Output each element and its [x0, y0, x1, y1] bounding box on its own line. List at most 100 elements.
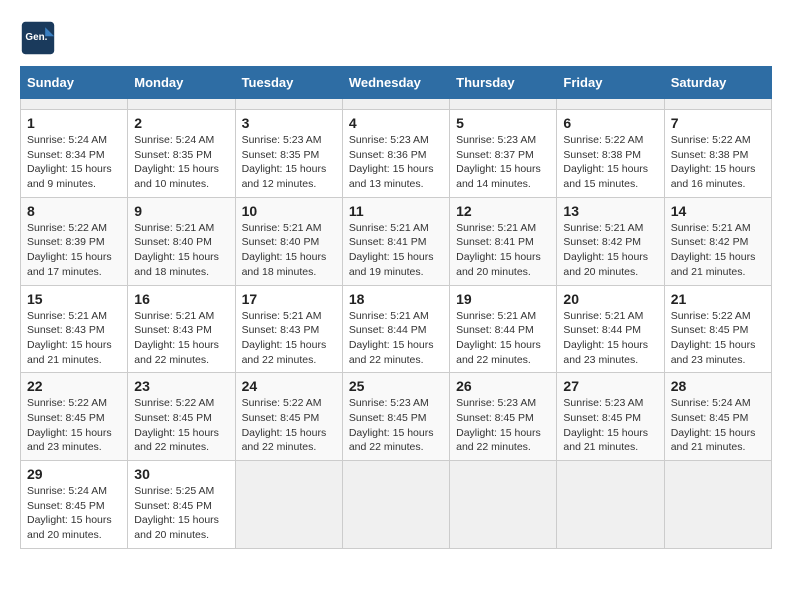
day-number: 24 [242, 378, 336, 394]
logo-icon: Gen. [20, 20, 56, 56]
day-number: 27 [563, 378, 657, 394]
day-number: 26 [456, 378, 550, 394]
day-info: Sunrise: 5:21 AM Sunset: 8:41 PM Dayligh… [456, 221, 550, 280]
header-cell-friday: Friday [557, 67, 664, 99]
header-cell-tuesday: Tuesday [235, 67, 342, 99]
day-cell: 17 Sunrise: 5:21 AM Sunset: 8:43 PM Dayl… [235, 285, 342, 373]
day-cell: 1 Sunrise: 5:24 AM Sunset: 8:34 PM Dayli… [21, 110, 128, 198]
logo: Gen. [20, 20, 60, 56]
day-number: 9 [134, 203, 228, 219]
day-info: Sunrise: 5:23 AM Sunset: 8:45 PM Dayligh… [349, 396, 443, 455]
day-cell: 8 Sunrise: 5:22 AM Sunset: 8:39 PM Dayli… [21, 197, 128, 285]
header-cell-sunday: Sunday [21, 67, 128, 99]
header-cell-thursday: Thursday [450, 67, 557, 99]
week-row-5: 29 Sunrise: 5:24 AM Sunset: 8:45 PM Dayl… [21, 461, 772, 549]
day-info: Sunrise: 5:22 AM Sunset: 8:45 PM Dayligh… [242, 396, 336, 455]
day-info: Sunrise: 5:21 AM Sunset: 8:44 PM Dayligh… [563, 309, 657, 368]
day-info: Sunrise: 5:21 AM Sunset: 8:40 PM Dayligh… [242, 221, 336, 280]
day-info: Sunrise: 5:22 AM Sunset: 8:39 PM Dayligh… [27, 221, 121, 280]
day-cell: 4 Sunrise: 5:23 AM Sunset: 8:36 PM Dayli… [342, 110, 449, 198]
calendar-table: SundayMondayTuesdayWednesdayThursdayFrid… [20, 66, 772, 549]
day-info: Sunrise: 5:22 AM Sunset: 8:45 PM Dayligh… [27, 396, 121, 455]
day-info: Sunrise: 5:22 AM Sunset: 8:45 PM Dayligh… [134, 396, 228, 455]
day-info: Sunrise: 5:24 AM Sunset: 8:35 PM Dayligh… [134, 133, 228, 192]
day-info: Sunrise: 5:21 AM Sunset: 8:44 PM Dayligh… [456, 309, 550, 368]
day-cell: 6 Sunrise: 5:22 AM Sunset: 8:38 PM Dayli… [557, 110, 664, 198]
day-cell: 13 Sunrise: 5:21 AM Sunset: 8:42 PM Dayl… [557, 197, 664, 285]
day-number: 11 [349, 203, 443, 219]
day-info: Sunrise: 5:23 AM Sunset: 8:37 PM Dayligh… [456, 133, 550, 192]
week-row-0 [21, 99, 772, 110]
day-cell: 5 Sunrise: 5:23 AM Sunset: 8:37 PM Dayli… [450, 110, 557, 198]
day-number: 21 [671, 291, 765, 307]
day-cell [664, 99, 771, 110]
day-info: Sunrise: 5:24 AM Sunset: 8:34 PM Dayligh… [27, 133, 121, 192]
day-info: Sunrise: 5:24 AM Sunset: 8:45 PM Dayligh… [27, 484, 121, 543]
day-cell [450, 99, 557, 110]
week-row-2: 8 Sunrise: 5:22 AM Sunset: 8:39 PM Dayli… [21, 197, 772, 285]
day-cell: 20 Sunrise: 5:21 AM Sunset: 8:44 PM Dayl… [557, 285, 664, 373]
day-info: Sunrise: 5:22 AM Sunset: 8:45 PM Dayligh… [671, 309, 765, 368]
day-number: 2 [134, 115, 228, 131]
day-cell [235, 99, 342, 110]
day-cell [557, 99, 664, 110]
day-cell: 22 Sunrise: 5:22 AM Sunset: 8:45 PM Dayl… [21, 373, 128, 461]
day-cell: 7 Sunrise: 5:22 AM Sunset: 8:38 PM Dayli… [664, 110, 771, 198]
day-cell: 9 Sunrise: 5:21 AM Sunset: 8:40 PM Dayli… [128, 197, 235, 285]
day-number: 4 [349, 115, 443, 131]
day-info: Sunrise: 5:23 AM Sunset: 8:35 PM Dayligh… [242, 133, 336, 192]
day-number: 1 [27, 115, 121, 131]
header-row: SundayMondayTuesdayWednesdayThursdayFrid… [21, 67, 772, 99]
day-number: 5 [456, 115, 550, 131]
day-number: 25 [349, 378, 443, 394]
day-number: 17 [242, 291, 336, 307]
week-row-4: 22 Sunrise: 5:22 AM Sunset: 8:45 PM Dayl… [21, 373, 772, 461]
day-number: 12 [456, 203, 550, 219]
day-number: 7 [671, 115, 765, 131]
day-cell [235, 461, 342, 549]
day-info: Sunrise: 5:24 AM Sunset: 8:45 PM Dayligh… [671, 396, 765, 455]
day-cell: 14 Sunrise: 5:21 AM Sunset: 8:42 PM Dayl… [664, 197, 771, 285]
day-cell [557, 461, 664, 549]
day-cell: 27 Sunrise: 5:23 AM Sunset: 8:45 PM Dayl… [557, 373, 664, 461]
day-cell [342, 99, 449, 110]
header-cell-saturday: Saturday [664, 67, 771, 99]
day-cell: 30 Sunrise: 5:25 AM Sunset: 8:45 PM Dayl… [128, 461, 235, 549]
day-number: 14 [671, 203, 765, 219]
day-info: Sunrise: 5:22 AM Sunset: 8:38 PM Dayligh… [671, 133, 765, 192]
day-cell [664, 461, 771, 549]
day-info: Sunrise: 5:23 AM Sunset: 8:45 PM Dayligh… [563, 396, 657, 455]
day-number: 8 [27, 203, 121, 219]
day-number: 30 [134, 466, 228, 482]
header: Gen. [20, 20, 772, 56]
day-number: 29 [27, 466, 121, 482]
day-cell: 29 Sunrise: 5:24 AM Sunset: 8:45 PM Dayl… [21, 461, 128, 549]
day-cell: 2 Sunrise: 5:24 AM Sunset: 8:35 PM Dayli… [128, 110, 235, 198]
day-cell: 11 Sunrise: 5:21 AM Sunset: 8:41 PM Dayl… [342, 197, 449, 285]
day-cell: 12 Sunrise: 5:21 AM Sunset: 8:41 PM Dayl… [450, 197, 557, 285]
day-cell: 10 Sunrise: 5:21 AM Sunset: 8:40 PM Dayl… [235, 197, 342, 285]
day-info: Sunrise: 5:23 AM Sunset: 8:36 PM Dayligh… [349, 133, 443, 192]
day-cell: 3 Sunrise: 5:23 AM Sunset: 8:35 PM Dayli… [235, 110, 342, 198]
day-info: Sunrise: 5:21 AM Sunset: 8:43 PM Dayligh… [27, 309, 121, 368]
day-cell: 25 Sunrise: 5:23 AM Sunset: 8:45 PM Dayl… [342, 373, 449, 461]
day-cell: 16 Sunrise: 5:21 AM Sunset: 8:43 PM Dayl… [128, 285, 235, 373]
day-info: Sunrise: 5:22 AM Sunset: 8:38 PM Dayligh… [563, 133, 657, 192]
day-number: 13 [563, 203, 657, 219]
week-row-3: 15 Sunrise: 5:21 AM Sunset: 8:43 PM Dayl… [21, 285, 772, 373]
day-cell: 19 Sunrise: 5:21 AM Sunset: 8:44 PM Dayl… [450, 285, 557, 373]
day-cell: 21 Sunrise: 5:22 AM Sunset: 8:45 PM Dayl… [664, 285, 771, 373]
day-number: 22 [27, 378, 121, 394]
svg-text:Gen.: Gen. [25, 32, 47, 43]
day-info: Sunrise: 5:23 AM Sunset: 8:45 PM Dayligh… [456, 396, 550, 455]
header-cell-monday: Monday [128, 67, 235, 99]
day-info: Sunrise: 5:21 AM Sunset: 8:43 PM Dayligh… [134, 309, 228, 368]
day-info: Sunrise: 5:21 AM Sunset: 8:42 PM Dayligh… [563, 221, 657, 280]
day-number: 28 [671, 378, 765, 394]
day-cell: 23 Sunrise: 5:22 AM Sunset: 8:45 PM Dayl… [128, 373, 235, 461]
day-number: 20 [563, 291, 657, 307]
day-number: 23 [134, 378, 228, 394]
day-number: 18 [349, 291, 443, 307]
day-cell [342, 461, 449, 549]
day-info: Sunrise: 5:21 AM Sunset: 8:44 PM Dayligh… [349, 309, 443, 368]
